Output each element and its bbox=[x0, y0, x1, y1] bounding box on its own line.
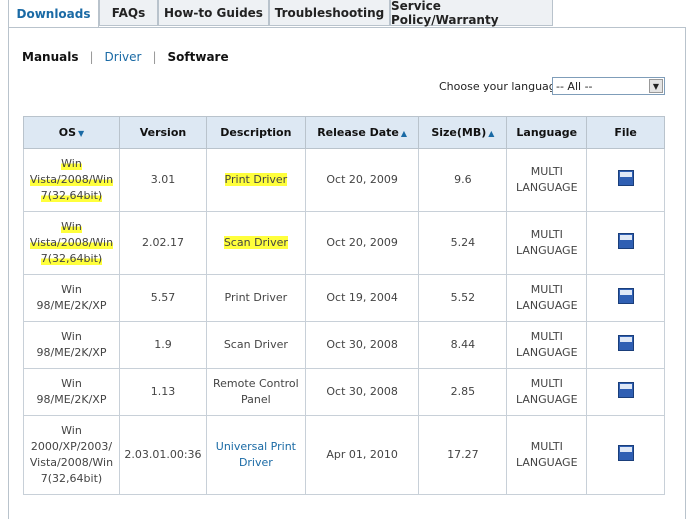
table-header-row: OS ▼ Version Description Release Date ▲ Si… bbox=[23, 116, 665, 149]
cell-description: Scan Driver bbox=[205, 321, 306, 369]
cell-version: 1.9 bbox=[118, 321, 207, 369]
cell-os: Win 2000/XP/2003/ Vista/2008/Win 7(32,64… bbox=[23, 415, 120, 495]
cell-language: MULTI LANGUAGE bbox=[506, 415, 588, 495]
description-text: Print Driver bbox=[224, 173, 288, 186]
table-row: Win 98/ME/2K/XP 5.57 Print Driver Oct 19… bbox=[23, 274, 665, 322]
exe-file-icon[interactable] bbox=[617, 287, 634, 304]
cell-release-date: Oct 19, 2004 bbox=[304, 274, 420, 322]
cell-file bbox=[586, 274, 665, 322]
tab-bar: Downloads FAQs How-to Guides Troubleshoo… bbox=[0, 0, 691, 28]
os-text: Win Vista/2008/Win 7(32,64bit) bbox=[29, 157, 114, 202]
header-label: Description bbox=[220, 126, 292, 139]
subnav-separator: | bbox=[89, 50, 94, 64]
cell-size: 2.85 bbox=[418, 368, 508, 416]
cell-os: Win Vista/2008/Win 7(32,64bit) bbox=[23, 211, 120, 275]
cell-version: 2.03.01.00:36 bbox=[118, 415, 207, 495]
cell-file bbox=[586, 368, 665, 416]
column-header-os[interactable]: OS ▼ bbox=[23, 116, 120, 149]
chevron-down-icon[interactable]: ▼ bbox=[649, 79, 663, 93]
cell-release-date: Oct 20, 2009 bbox=[304, 148, 420, 212]
universal-print-driver-link[interactable]: Universal Print Driver bbox=[216, 440, 296, 469]
cell-size: 17.27 bbox=[418, 415, 508, 495]
sort-up-icon: ▲ bbox=[488, 129, 495, 138]
cell-description: Print Driver bbox=[205, 148, 306, 212]
subnav-software-link[interactable]: Software bbox=[168, 50, 229, 64]
cell-size: 8.44 bbox=[418, 321, 508, 369]
language-selected-value: -- All -- bbox=[556, 80, 593, 93]
cell-language: MULTI LANGUAGE bbox=[506, 274, 588, 322]
tab-label: Service Policy/Warranty bbox=[391, 0, 499, 27]
cell-file bbox=[586, 321, 665, 369]
sort-up-icon: ▲ bbox=[400, 129, 408, 138]
exe-file-icon[interactable] bbox=[617, 334, 634, 351]
column-header-release-date[interactable]: Release Date ▲ bbox=[304, 116, 420, 149]
header-label: File bbox=[614, 126, 637, 139]
tab-downloads[interactable]: Downloads bbox=[8, 0, 99, 28]
language-select[interactable]: -- All -- ▼ bbox=[552, 77, 665, 95]
tab-how-to-guides[interactable]: How-to Guides bbox=[158, 0, 269, 26]
table-row: Win 2000/XP/2003/ Vista/2008/Win 7(32,64… bbox=[23, 415, 665, 495]
os-text: Win Vista/2008/Win 7(32,64bit) bbox=[29, 220, 114, 265]
column-header-language: Language bbox=[506, 116, 588, 149]
subnav-driver-link[interactable]: Driver bbox=[105, 50, 142, 64]
table-row: Win Vista/2008/Win 7(32,64bit) 2.02.17 S… bbox=[23, 211, 665, 275]
cell-language: MULTI LANGUAGE bbox=[506, 211, 588, 275]
cell-description: Universal Print Driver bbox=[205, 415, 306, 495]
cell-size: 5.52 bbox=[418, 274, 508, 322]
cell-description: Print Driver bbox=[205, 274, 306, 322]
cell-release-date: Apr 01, 2010 bbox=[304, 415, 420, 495]
exe-file-icon[interactable] bbox=[617, 169, 634, 186]
cell-size: 5.24 bbox=[418, 211, 508, 275]
tab-troubleshooting[interactable]: Troubleshooting bbox=[269, 0, 390, 26]
cell-os: Win 98/ME/2K/XP bbox=[23, 274, 120, 322]
cell-language: MULTI LANGUAGE bbox=[506, 368, 588, 416]
table-row: Win Vista/2008/Win 7(32,64bit) 3.01 Prin… bbox=[23, 148, 665, 212]
cell-size: 9.6 bbox=[418, 148, 508, 212]
cell-file bbox=[586, 148, 665, 212]
column-header-version: Version bbox=[118, 116, 207, 149]
cell-release-date: Oct 30, 2008 bbox=[304, 321, 420, 369]
cell-file bbox=[586, 211, 665, 275]
description-text: Scan Driver bbox=[223, 236, 288, 249]
cell-description: Scan Driver bbox=[205, 211, 306, 275]
tab-label: How-to Guides bbox=[164, 5, 263, 20]
table-row: Win 98/ME/2K/XP 1.13 Remote Control Pane… bbox=[23, 368, 665, 416]
cell-version: 1.13 bbox=[118, 368, 207, 416]
header-label: Size(MB) bbox=[431, 126, 487, 139]
cell-language: MULTI LANGUAGE bbox=[506, 321, 588, 369]
cell-version: 5.57 bbox=[118, 274, 207, 322]
tab-label: FAQs bbox=[111, 5, 146, 20]
tab-label: Troubleshooting bbox=[274, 5, 385, 20]
cell-release-date: Oct 30, 2008 bbox=[304, 368, 420, 416]
exe-file-icon[interactable] bbox=[617, 232, 634, 249]
column-header-size[interactable]: Size(MB) ▲ bbox=[418, 116, 508, 149]
exe-file-icon[interactable] bbox=[617, 381, 634, 398]
tab-faqs[interactable]: FAQs bbox=[99, 0, 158, 26]
cell-version: 2.02.17 bbox=[118, 211, 207, 275]
downloads-table: OS ▼ Version Description Release Date ▲ Si… bbox=[23, 116, 665, 495]
cell-language: MULTI LANGUAGE bbox=[506, 148, 588, 212]
header-label: Language bbox=[516, 126, 578, 139]
cell-os: Win Vista/2008/Win 7(32,64bit) bbox=[23, 148, 120, 212]
column-header-file: File bbox=[586, 116, 665, 149]
cell-description: Remote Control Panel bbox=[205, 368, 306, 416]
sub-navigation: Manuals | Driver | Software bbox=[22, 50, 229, 64]
table-row: Win 98/ME/2K/XP 1.9 Scan Driver Oct 30, … bbox=[23, 321, 665, 369]
tab-label: Downloads bbox=[16, 7, 91, 21]
cell-os: Win 98/ME/2K/XP bbox=[23, 368, 120, 416]
language-label: Choose your language bbox=[439, 80, 563, 93]
subnav-separator: | bbox=[152, 50, 157, 64]
header-label: OS bbox=[58, 126, 77, 139]
column-header-description: Description bbox=[205, 116, 306, 149]
cell-file bbox=[586, 415, 665, 495]
cell-release-date: Oct 20, 2009 bbox=[304, 211, 420, 275]
cell-version: 3.01 bbox=[118, 148, 207, 212]
tab-service-policy-warranty[interactable]: Service Policy/Warranty bbox=[390, 0, 553, 27]
cell-os: Win 98/ME/2K/XP bbox=[23, 321, 120, 369]
header-label: Version bbox=[139, 126, 187, 139]
exe-file-icon[interactable] bbox=[617, 444, 634, 461]
subnav-manuals-link[interactable]: Manuals bbox=[22, 50, 78, 64]
header-label: Release Date bbox=[317, 126, 399, 139]
sort-down-icon: ▼ bbox=[78, 129, 85, 138]
